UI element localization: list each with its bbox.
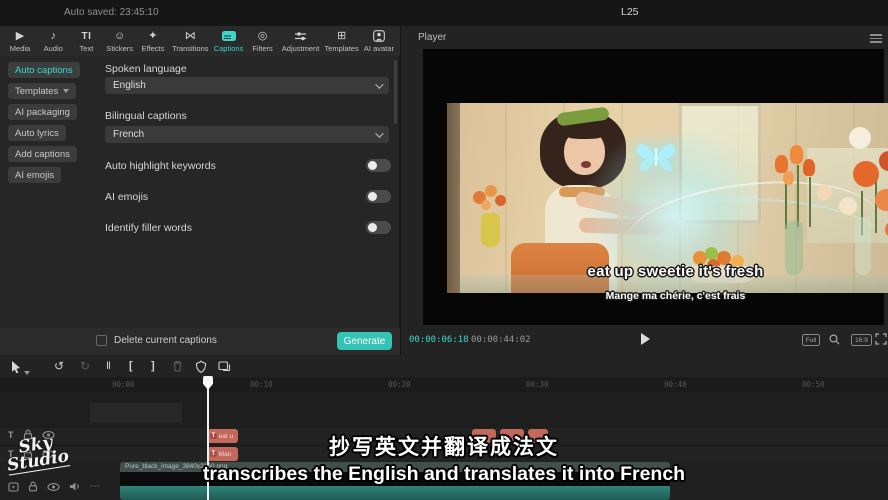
sidebar-item-add-captions[interactable]: Add captions [8, 146, 77, 162]
ai-avatar-icon [373, 30, 385, 43]
chevron-down-icon [63, 89, 69, 93]
tab-media[interactable]: ▶ Media [6, 30, 34, 53]
project-title: L25 [621, 6, 639, 18]
player-panel-title: Player [418, 32, 446, 43]
tab-audio[interactable]: ♪ Audio [39, 30, 67, 53]
audio-waveform [120, 486, 670, 500]
filters-icon: ◎ [258, 30, 268, 43]
video-caption-secondary: Mange ma chérie, c'est frais [445, 290, 888, 302]
sidebar-item-ai-packaging[interactable]: AI packaging [8, 104, 77, 120]
timeline-toolbar: ↺ ↻ Ⅱ [ ] [0, 355, 888, 377]
split-icon[interactable]: Ⅱ [106, 360, 111, 374]
total-duration: 00:00:44:02 [471, 335, 531, 345]
auto-highlight-toggle[interactable] [366, 159, 391, 172]
filler-words-label: Identify filler words [105, 222, 192, 234]
delete-captions-label: Delete current captions [114, 335, 217, 346]
media-icon: ▶ [16, 30, 24, 43]
captions-action-bar: Delete current captions Generate [0, 328, 400, 355]
adjustment-icon [294, 30, 307, 43]
generate-button[interactable]: Generate [337, 332, 392, 350]
media-toolbar: ▶ Media ♪ Audio TI Text ☺ Stickers ✦ Eff… [0, 26, 400, 56]
templates-icon: ⊞ [337, 30, 346, 43]
panel-scrollbar[interactable] [394, 60, 397, 124]
tab-templates[interactable]: ⊞ Templates [325, 30, 359, 53]
title-bar: Auto saved: 23:45:10 L25 [0, 0, 888, 26]
auto-highlight-label: Auto highlight keywords [105, 160, 216, 172]
trim-right-icon[interactable]: ] [151, 359, 155, 373]
spoken-language-select[interactable]: English [105, 77, 389, 94]
player-panel: Player [401, 26, 888, 355]
trim-left-icon[interactable]: [ [129, 359, 133, 373]
transitions-icon: ⋈ [185, 30, 196, 43]
aspect-ratio-button[interactable]: 16:9 [851, 334, 872, 346]
bilingual-captions-label: Bilingual captions [105, 110, 187, 122]
ai-emojis-toggle[interactable] [366, 190, 391, 203]
tab-captions[interactable]: Captions [214, 30, 244, 53]
chevron-down-icon [375, 80, 383, 88]
chevron-down-icon [375, 129, 383, 137]
undo-icon[interactable]: ↺ [54, 359, 64, 373]
tab-adjustment[interactable]: Adjustment [282, 30, 320, 53]
tab-stickers[interactable]: ☺ Stickers [106, 30, 134, 53]
captions-panel: ▶ Media ♪ Audio TI Text ☺ Stickers ✦ Eff… [0, 26, 400, 355]
crop-icon[interactable] [218, 360, 231, 372]
zoom-fit-icon[interactable] [828, 333, 841, 346]
text-icon: TI [81, 30, 91, 43]
bilingual-captions-select[interactable]: French [105, 126, 389, 143]
filler-words-toggle[interactable] [366, 221, 391, 234]
video-caption-primary: eat up sweetie it's fresh [445, 263, 888, 280]
delete-icon[interactable] [172, 360, 183, 372]
butterfly-hologram [633, 139, 679, 177]
subtitle-english: transcribes the English and translates i… [0, 463, 888, 486]
video-viewport: eat up sweetie it's fresh Mange ma chéri… [423, 49, 884, 325]
expand-player-icon[interactable] [875, 333, 887, 345]
fullscreen-preview-button[interactable]: Full [802, 334, 820, 346]
autosave-status: Auto saved: 23:45:10 [64, 7, 159, 18]
player-menu-icon[interactable] [870, 34, 882, 43]
tab-filters[interactable]: ◎ Filters [249, 30, 277, 53]
mask-icon[interactable] [195, 360, 207, 373]
select-tool-icon[interactable] [10, 360, 22, 373]
ai-emojis-label: AI emojis [105, 191, 148, 203]
sidebar-item-ai-emojis[interactable]: AI emojis [8, 167, 61, 183]
spoken-language-label: Spoken language [105, 63, 187, 75]
timeline-ruler[interactable]: 00:00 00:10 00:20 00:30 00:40 00:50 [0, 377, 888, 392]
tab-transitions[interactable]: ⋈ Transitions [172, 30, 208, 53]
current-timecode: 00:00:06:18 [409, 335, 469, 345]
effects-icon: ✦ [148, 30, 157, 43]
sidebar-item-auto-captions[interactable]: Auto captions [8, 62, 80, 78]
sidebar-item-auto-lyrics[interactable]: Auto lyrics [8, 125, 66, 141]
captions-icon [222, 30, 236, 43]
tab-ai-avatar[interactable]: AI avatar [364, 30, 394, 53]
empty-clip-slot [90, 403, 182, 423]
stickers-icon: ☺ [114, 30, 125, 43]
tab-effects[interactable]: ✦ Effects [139, 30, 167, 53]
audio-icon: ♪ [50, 30, 56, 43]
sidebar-item-templates[interactable]: Templates [8, 83, 76, 99]
tab-text[interactable]: TI Text [72, 30, 100, 53]
player-controls: 00:00:06:18 00:00:44:02 Full 16:9 [401, 325, 888, 355]
select-tool-caret-icon[interactable] [24, 364, 30, 378]
play-button[interactable] [641, 333, 650, 345]
subtitle-chinese: 抄写英文并翻译成法文 [0, 431, 888, 461]
redo-icon[interactable]: ↻ [80, 359, 90, 373]
delete-captions-checkbox[interactable] [96, 335, 107, 346]
